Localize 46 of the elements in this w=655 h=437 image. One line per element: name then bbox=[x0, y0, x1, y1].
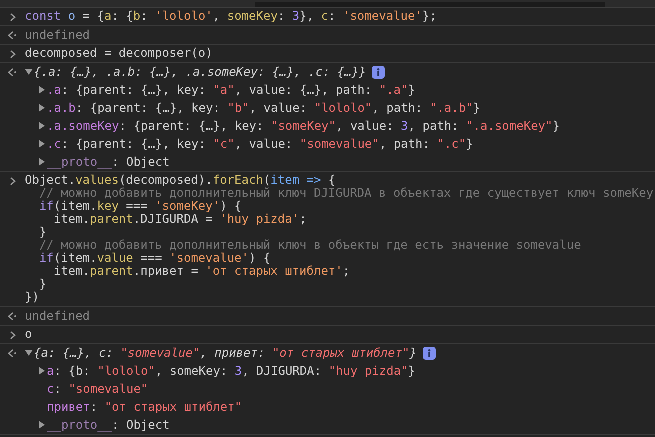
result-text: undefined bbox=[25, 28, 90, 42]
collapsed-triangle-icon[interactable] bbox=[38, 421, 46, 429]
property-line: привет: "от старых штиблет" bbox=[47, 400, 242, 414]
code-line: // можно добавить дополнительный ключ DJIGURDA в объектах где существует ключ someKey bbox=[39, 187, 654, 200]
info-icon[interactable] bbox=[422, 346, 436, 360]
code-line: } bbox=[38, 278, 48, 291]
code-line: item.parent.DJIGURDA = 'huy pizda'; bbox=[52, 213, 308, 226]
code-line: }) bbox=[25, 291, 40, 304]
code-line: // можно добавить дополнительный ключ в объекты где есть значение somevalue bbox=[38, 239, 582, 252]
expanded-triangle-icon[interactable] bbox=[25, 68, 33, 76]
code-line: const o = {a: {b: 'lololo', someKey: 3}, c: 'somevalue'}; bbox=[25, 10, 437, 23]
code-line: Object.values(decomposed).forEach(item => { bbox=[25, 174, 337, 187]
property-line[interactable]: a: {b: "lololo", someKey: 3, DJIGURDA: "huy pizda"} bbox=[47, 364, 416, 378]
property-line[interactable]: __proto__: Object bbox=[47, 418, 170, 432]
collapsed-triangle-icon[interactable] bbox=[38, 158, 46, 166]
collapsed-triangle-icon[interactable] bbox=[38, 367, 46, 375]
object-summary[interactable]: {a: {…}, c: "somevalue", привет: "от старых штиблет"} bbox=[34, 346, 417, 360]
result-arrow-icon bbox=[8, 349, 17, 358]
result-text: undefined bbox=[25, 309, 90, 323]
property-line[interactable]: .c: {parent: {…}, key: "c", value: "somevalue", path: ".c"} bbox=[47, 137, 474, 151]
info-icon[interactable] bbox=[372, 66, 386, 78]
result-arrow-icon bbox=[8, 312, 17, 321]
property-line[interactable]: .a: {parent: {…}, key: "a", value: {…}, path: ".a"} bbox=[47, 83, 416, 97]
prompt-chevron-icon bbox=[10, 331, 16, 340]
property-line: c: "somevalue" bbox=[47, 382, 148, 396]
object-summary[interactable]: {.a: {…}, .a.b: {…}, .a.someKey: {…}, .c: {…}} bbox=[34, 65, 366, 79]
filter-field[interactable] bbox=[255, 2, 605, 7]
result-arrow-icon bbox=[8, 68, 17, 77]
code-line: decomposed = decomposer(o) bbox=[25, 47, 213, 60]
expanded-triangle-icon[interactable] bbox=[25, 349, 33, 357]
code-line: o bbox=[25, 328, 32, 341]
code-line: if(item.key === 'someKey') { bbox=[38, 200, 243, 213]
prompt-chevron-icon bbox=[10, 177, 16, 186]
property-line[interactable]: __proto__: Object bbox=[47, 155, 170, 169]
collapsed-triangle-icon[interactable] bbox=[38, 140, 46, 148]
code-line: item.parent.привет = 'от старых штиблет'; bbox=[52, 265, 352, 278]
code-line: if(item.value === 'somevalue') { bbox=[38, 252, 272, 265]
collapsed-triangle-icon[interactable] bbox=[38, 122, 46, 130]
collapsed-triangle-icon[interactable] bbox=[38, 86, 46, 94]
property-line[interactable]: .a.someKey: {parent: {…}, key: "someKey", value: 3, path: ".a.someKey"} bbox=[47, 119, 560, 133]
collapsed-triangle-icon[interactable] bbox=[38, 104, 46, 112]
property-line[interactable]: .a.b: {parent: {…}, key: "b", value: "lololo", path: ".a.b"} bbox=[47, 101, 481, 115]
prompt-chevron-icon bbox=[10, 50, 16, 59]
prompt-chevron-icon bbox=[10, 13, 16, 22]
result-arrow-icon bbox=[8, 31, 17, 40]
code-line: } bbox=[38, 226, 48, 239]
